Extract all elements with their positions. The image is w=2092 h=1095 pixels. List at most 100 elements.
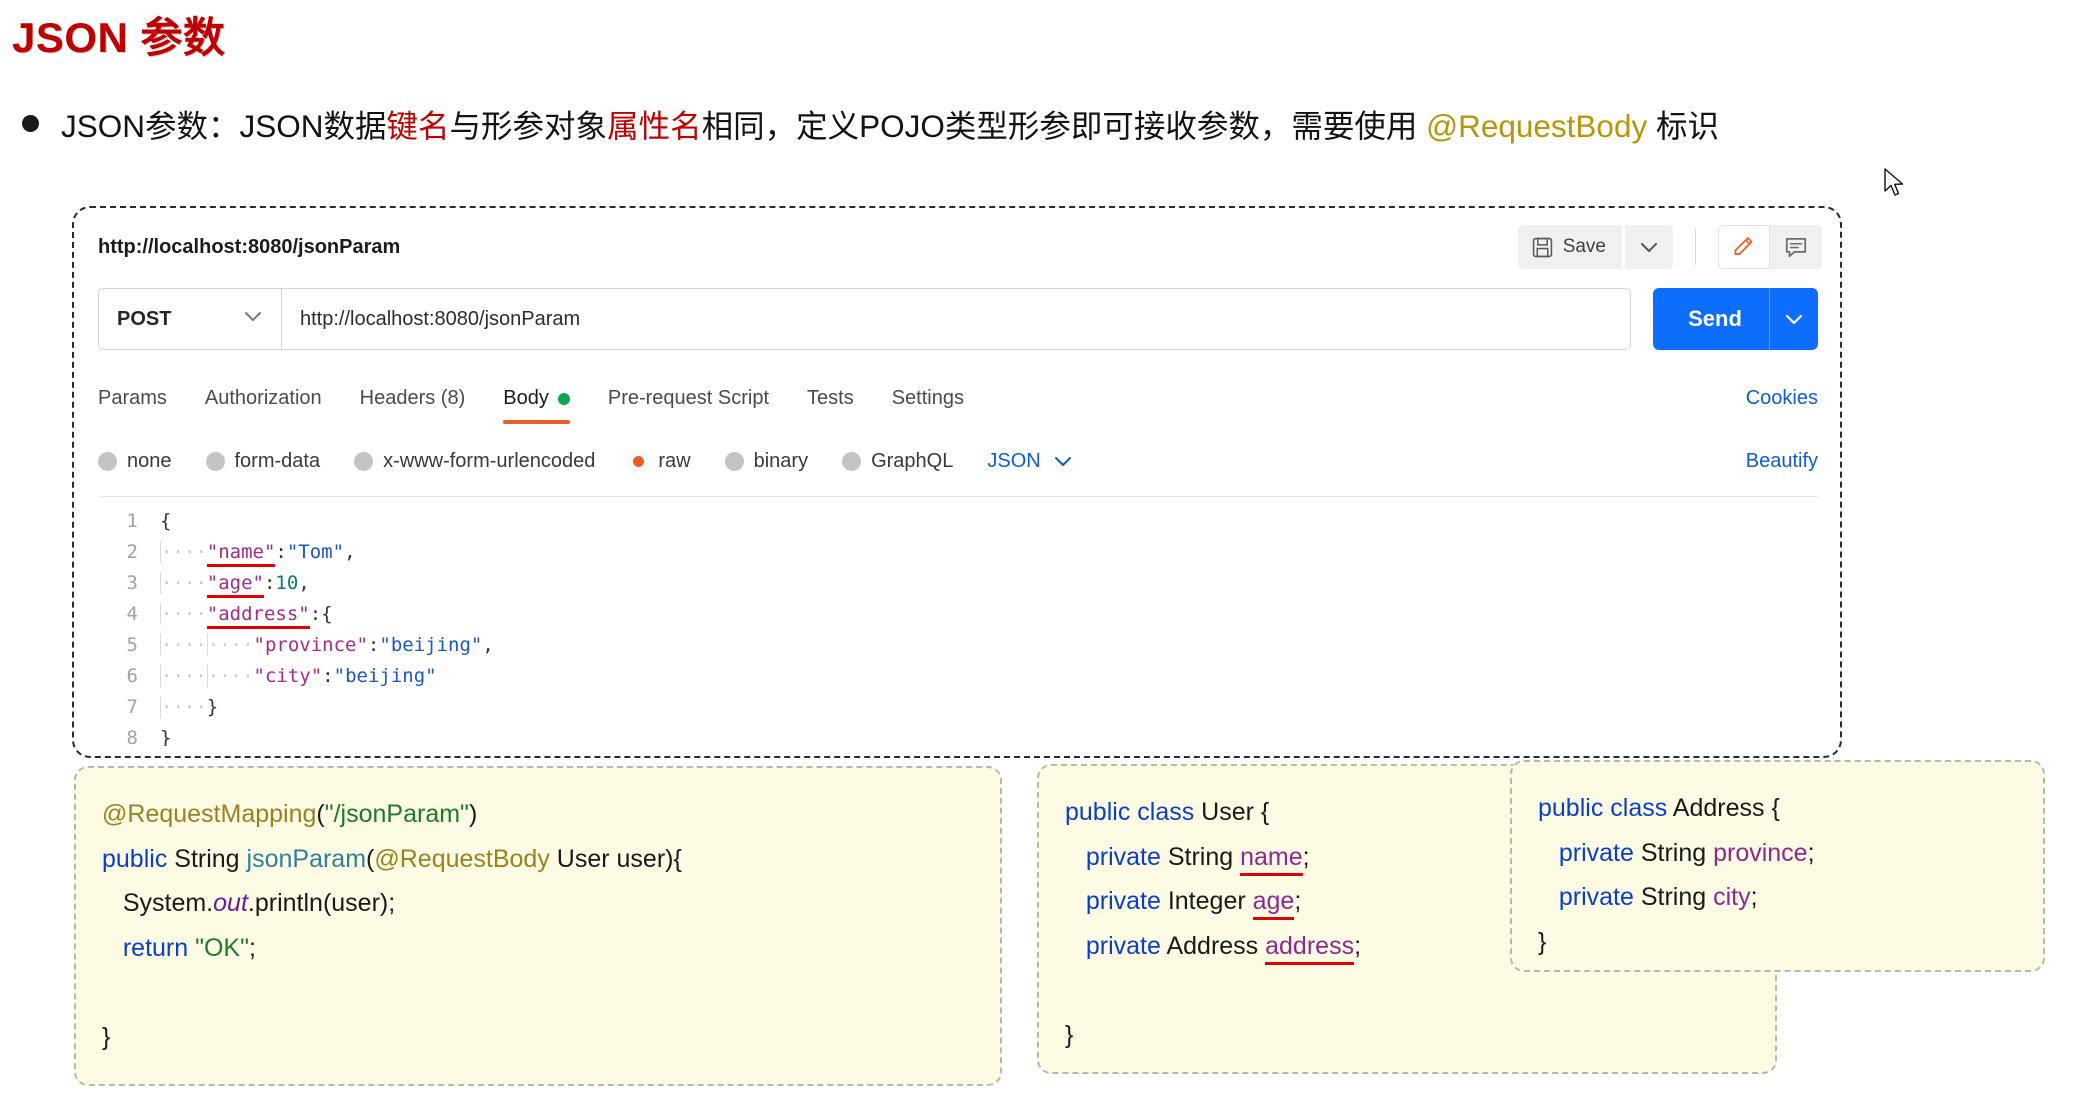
json-key: "age" xyxy=(206,571,264,598)
body-type-graphql[interactable]: GraphQL xyxy=(842,450,953,473)
editor-line: 3 ····"age":10, xyxy=(98,567,1818,598)
java-keyword: public class xyxy=(1065,798,1195,826)
bullet-seg-7: 标识 xyxy=(1647,108,1719,144)
editor-line: 1{ xyxy=(98,505,1818,536)
editor-line-content: ····"age":10, xyxy=(160,571,310,598)
line-number: 5 xyxy=(126,633,138,656)
indent-guide: ···· xyxy=(160,695,207,718)
body-type-x-www-form-urlencoded[interactable]: x-www-form-urlencoded xyxy=(354,450,595,473)
save-dropdown-button[interactable] xyxy=(1625,225,1673,269)
radio-dot-icon xyxy=(724,451,744,471)
java-keyword: private xyxy=(1558,838,1634,867)
cookies-link[interactable]: Cookies xyxy=(1746,387,1818,424)
bullet-seg-5: 相同，定义POJO类型形参即可接收参数，需要使用 xyxy=(701,108,1427,144)
comments-button[interactable] xyxy=(1770,225,1822,269)
body-type-label: binary xyxy=(753,449,809,472)
edit-request-button[interactable] xyxy=(1718,225,1770,269)
body-type-binary[interactable]: binary xyxy=(724,449,809,473)
body-type-label: x-www-form-urlencoded xyxy=(383,449,596,472)
json-punct: { xyxy=(160,509,172,532)
url-input[interactable]: http://localhost:8080/jsonParam xyxy=(281,288,1631,350)
indent-guide: ···· xyxy=(206,633,254,656)
editor-line-content: ····} xyxy=(160,695,218,718)
tab-label: Headers (8) xyxy=(359,387,466,409)
json-punct: , xyxy=(344,540,356,563)
java-text xyxy=(1065,887,1086,915)
mouse-cursor-icon xyxy=(1884,168,1904,196)
editor-line: 7 ····} xyxy=(98,691,1818,722)
editor-line: 5 ········"province":"beijing", xyxy=(98,629,1818,660)
java-text: String xyxy=(1160,842,1241,871)
bullet-text: JSON参数：JSON数据键名与形参对象属性名相同，定义POJO类型形参即可接收… xyxy=(61,108,1719,144)
body-type-raw[interactable]: raw xyxy=(629,450,691,473)
url-input-value: http://localhost:8080/jsonParam xyxy=(300,307,581,330)
tab-settings[interactable]: Settings xyxy=(892,387,964,424)
tab-pre-request-script[interactable]: Pre-request Script xyxy=(608,387,769,424)
editor-line-content: { xyxy=(160,510,171,532)
json-body-editor[interactable]: 1{2 ····"name":"Tom", 3 ····"age":10, 4 ····"… xyxy=(98,496,1818,746)
java-text: System. xyxy=(102,889,214,917)
java-string: "OK" xyxy=(195,933,249,962)
send-button[interactable]: Send xyxy=(1653,288,1818,350)
java-text: ( xyxy=(316,800,325,828)
body-type-label: none xyxy=(127,449,172,472)
raw-format-select[interactable]: JSON xyxy=(987,450,1072,473)
tab-tests[interactable]: Tests xyxy=(807,387,854,424)
address-class-line: } xyxy=(1538,920,2017,965)
raw-format-label: JSON xyxy=(987,449,1041,472)
java-field: age xyxy=(1252,887,1295,920)
editor-line: 2 ····"name":"Tom", xyxy=(98,536,1818,567)
json-punct: : xyxy=(322,664,334,687)
java-field: city xyxy=(1713,883,1751,911)
java-text: Integer xyxy=(1160,887,1253,915)
line-number: 8 xyxy=(126,726,138,747)
http-method-select[interactable]: POST xyxy=(98,288,281,350)
indent-guide: ···· xyxy=(160,540,207,563)
tab-body[interactable]: Body xyxy=(503,387,570,424)
body-present-dot-icon xyxy=(557,392,570,405)
controller-line xyxy=(102,970,974,1015)
editor-line-content: } xyxy=(160,727,171,747)
http-method-label: POST xyxy=(117,307,172,330)
java-text: ; xyxy=(1294,887,1302,915)
controller-line: public String jsonParam(@RequestBody Use… xyxy=(102,837,974,882)
line-number: 7 xyxy=(126,695,138,718)
send-dropdown-button[interactable] xyxy=(1770,313,1818,326)
indent-guide: ···· xyxy=(206,664,254,687)
postman-header-actions: Save xyxy=(1517,225,1822,269)
json-number: 10 xyxy=(275,571,299,594)
java-text xyxy=(102,934,123,962)
body-type-label: form-data xyxy=(234,449,321,472)
body-type-form-data[interactable]: form-data xyxy=(205,449,321,473)
indent-guide: ···· xyxy=(160,602,207,625)
controller-line: } xyxy=(102,1015,974,1060)
json-punct: { xyxy=(321,602,333,625)
json-punct: , xyxy=(298,571,310,594)
editor-line: 6 ········"city":"beijing" xyxy=(98,660,1818,691)
tab-authorization[interactable]: Authorization xyxy=(205,387,322,424)
java-text: jsonParam xyxy=(246,844,367,873)
bullet-seg-3: 与形参对象 xyxy=(449,108,608,144)
tab-label: Tests xyxy=(807,387,854,409)
beautify-link[interactable]: Beautify xyxy=(1746,450,1818,473)
chevron-down-icon xyxy=(1785,314,1803,324)
json-string: "Tom" xyxy=(286,540,345,563)
json-string: "beijing" xyxy=(333,664,437,687)
request-tabs: Params Authorization Headers (8) Body Pre-re… xyxy=(98,372,1818,424)
java-text: out xyxy=(213,889,248,917)
address-class-line: private String province; xyxy=(1538,831,2017,876)
body-type-none[interactable]: none xyxy=(98,450,172,473)
java-text: .println(user); xyxy=(247,889,396,917)
save-button[interactable]: Save xyxy=(1517,225,1622,269)
line-number: 2 xyxy=(126,540,138,563)
user-class-line xyxy=(1065,968,1749,1013)
send-button-label: Send xyxy=(1688,306,1742,331)
java-text: } xyxy=(102,1022,111,1051)
java-text: ; xyxy=(1302,842,1310,871)
tab-headers-8[interactable]: Headers (8) xyxy=(360,387,466,424)
java-text xyxy=(1065,932,1086,960)
tab-params[interactable]: Params xyxy=(98,387,167,424)
indent-guide: ···· xyxy=(160,664,207,687)
controller-code-card: @RequestMapping("/jsonParam") public Stri… xyxy=(74,766,1002,1086)
chevron-down-icon xyxy=(243,310,263,328)
